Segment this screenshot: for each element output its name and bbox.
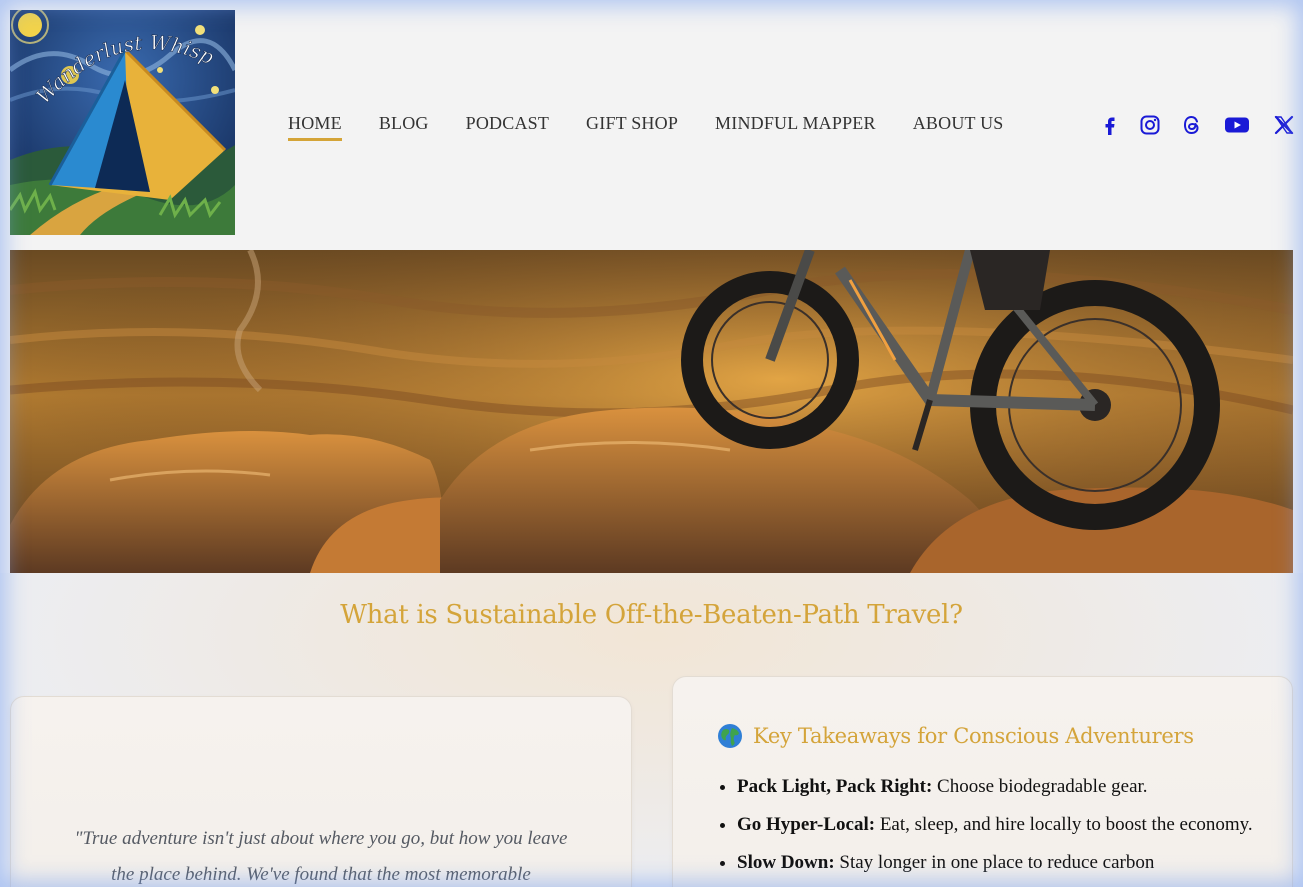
threads-icon[interactable] (1180, 113, 1204, 137)
takeaways-card: Key Takeaways for Conscious Adventurers … (672, 676, 1293, 887)
quote-text: "True adventure isn't just about where y… (51, 821, 591, 887)
takeaways-list: Pack Light, Pack Right: Choose biodegrad… (737, 775, 1257, 887)
nav-blog[interactable]: BLOG (379, 113, 429, 140)
list-item: Go Hyper-Local: Eat, sleep, and hire loc… (737, 813, 1257, 836)
takeaway-text: Stay longer in one place to reduce carbo… (834, 852, 1155, 873)
globe-icon (718, 724, 742, 748)
main-nav: HOME BLOG PODCAST GIFT SHOP MINDFUL MAPP… (288, 113, 1004, 141)
list-item: Pack Light, Pack Right: Choose biodegrad… (737, 775, 1257, 798)
section-title: What is Sustainable Off-the-Beaten-Path … (340, 600, 963, 630)
instagram-icon[interactable] (1138, 113, 1162, 137)
takeaway-label: Go Hyper-Local: (737, 814, 876, 835)
site-logo[interactable]: Wanderlust Whispers (10, 10, 235, 235)
takeaway-label: Pack Light, Pack Right: (737, 776, 933, 797)
takeaways-title: Key Takeaways for Conscious Adventurers (753, 724, 1194, 748)
nav-about-us[interactable]: ABOUT US (913, 113, 1004, 140)
quote-card: "True adventure isn't just about where y… (10, 696, 632, 887)
logo-illustration: Wanderlust Whispers (10, 10, 235, 235)
x-icon[interactable] (1272, 113, 1296, 137)
hero-image (10, 250, 1293, 573)
nav-gift-shop[interactable]: GIFT SHOP (586, 113, 678, 140)
hero-illustration (10, 250, 1293, 573)
nav-home[interactable]: HOME (288, 113, 342, 141)
quote-line-1: "True adventure isn't just about where y… (74, 828, 568, 849)
site-header: Wanderlust Whispers HOME BLOG PODCAST GI… (0, 0, 1303, 250)
takeaways-heading: Key Takeaways for Conscious Adventurers (717, 723, 1194, 749)
youtube-icon[interactable] (1224, 113, 1250, 137)
nav-podcast[interactable]: PODCAST (466, 113, 549, 140)
takeaway-label: Slow Down: (737, 852, 835, 873)
takeaway-text: Eat, sleep, and hire locally to boost th… (875, 814, 1253, 835)
quote-line-2: the place behind. We've found that the m… (111, 864, 531, 885)
takeaway-text: Choose biodegradable gear. (932, 776, 1148, 797)
list-item: Slow Down: Stay longer in one place to r… (737, 851, 1257, 874)
nav-mindful-mapper[interactable]: MINDFUL MAPPER (715, 113, 876, 140)
facebook-icon[interactable] (1098, 113, 1122, 137)
